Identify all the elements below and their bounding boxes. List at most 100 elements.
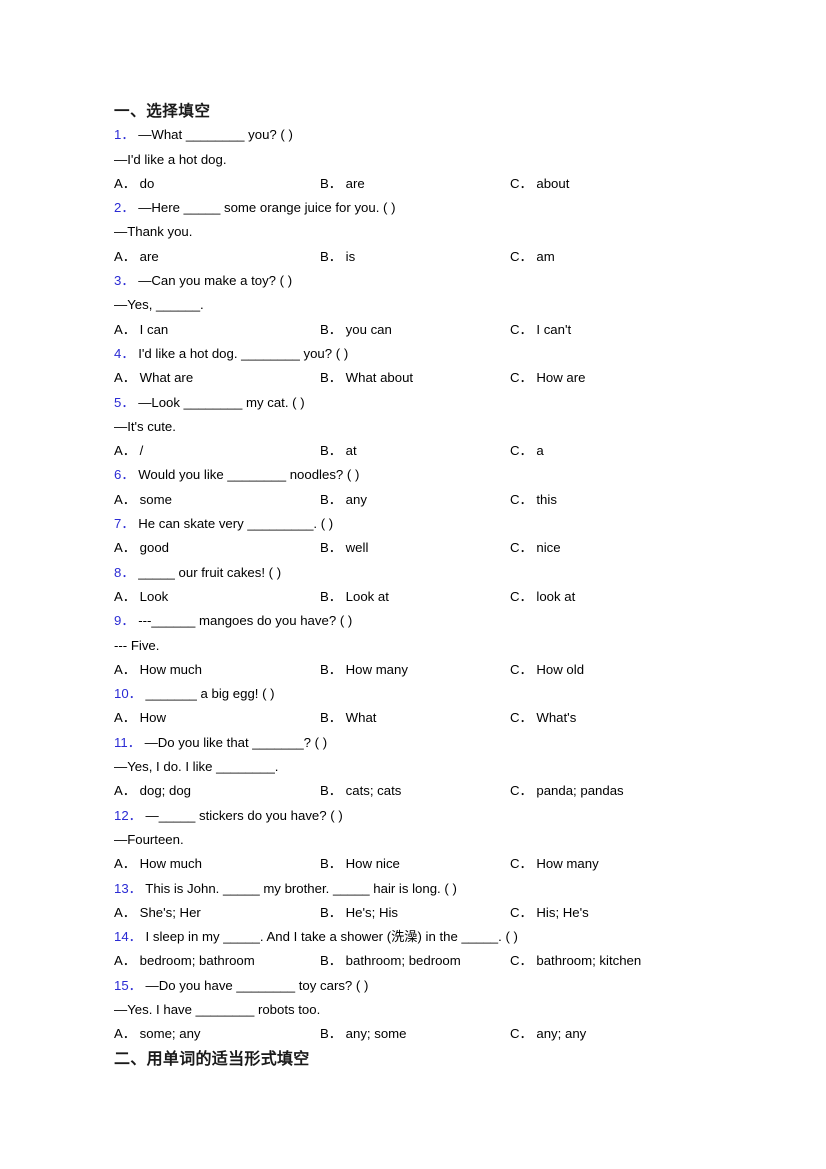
option-b[interactable]: B． any [320,488,367,512]
question-number: 13． [114,880,142,896]
option-row: A． Look B． Look at C． look at [114,585,734,609]
question-row: 7． He can skate very _________. ( ) [114,512,734,536]
option-a-label: A． [114,856,136,872]
option-b[interactable]: B． are [320,172,365,196]
option-a[interactable]: A． are [114,245,159,269]
question-followup-row: —Yes, ______. [114,293,734,317]
option-a[interactable]: A． What are [114,366,193,390]
option-a[interactable]: A． How much [114,852,202,876]
option-c-text: this [536,491,557,507]
option-b-label: B． [320,856,342,872]
option-b[interactable]: B． What [320,706,376,730]
option-row: A． / B． at C． a [114,439,734,463]
option-b[interactable]: B． Look at [320,585,389,609]
option-a[interactable]: A． How [114,706,166,730]
question-number: 7． [114,516,135,532]
question-followup: —Fourteen. [114,831,184,847]
option-a[interactable]: A． Look [114,585,168,609]
option-c-label: C． [510,370,533,386]
option-a-text: are [139,248,159,264]
option-c[interactable]: C． What's [510,706,576,730]
option-a-label: A． [114,175,136,191]
question-row: 10． _______ a big egg! ( ) [114,682,734,706]
option-c[interactable]: C． His; He's [510,901,589,925]
question-row: 2． —Here _____ some orange juice for you… [114,196,734,220]
question-stem: —Here _____ some orange juice for you. (… [138,200,396,216]
question-followup-row: —It's cute. [114,415,734,439]
option-a-label: A． [114,321,136,337]
option-a-label: A． [114,783,136,799]
option-b[interactable]: B． any; some [320,1022,407,1046]
option-c-label: C． [510,540,533,556]
option-b-text: any; some [345,1026,407,1042]
option-a[interactable]: A． How much [114,658,202,682]
option-a[interactable]: A． do [114,172,154,196]
option-c[interactable]: C． How many [510,852,599,876]
question-stem: —Look ________ my cat. ( ) [138,394,305,410]
question-stem: —_____ stickers do you have? ( ) [145,807,343,823]
option-a[interactable]: A． I can [114,318,168,342]
option-c[interactable]: C． I can't [510,318,571,342]
option-c-text: about [536,175,570,191]
option-c[interactable]: C． look at [510,585,575,609]
option-b-label: B． [320,321,342,337]
question-number: 8． [114,564,135,580]
option-b[interactable]: B． How many [320,658,408,682]
question-number: 15． [114,977,142,993]
option-a[interactable]: A． good [114,536,169,560]
option-a-label: A． [114,904,136,920]
option-row: A． How much B． How many C． How old [114,658,734,682]
option-a-label: A． [114,710,136,726]
option-b[interactable]: B． He's; His [320,901,398,925]
option-c[interactable]: C． panda; pandas [510,779,624,803]
option-b[interactable]: B． cats; cats [320,779,401,803]
question-stem: —Do you like that _______? ( ) [144,734,328,750]
option-b-label: B． [320,1026,342,1042]
option-a-text: some; any [139,1026,201,1042]
option-c[interactable]: C． am [510,245,555,269]
option-c[interactable]: C． any; any [510,1022,586,1046]
option-c[interactable]: C． How are [510,366,586,390]
question-stem: —What ________ you? ( ) [138,127,293,143]
option-a-text: Look [139,588,169,604]
option-c[interactable]: C． this [510,488,557,512]
option-a-text: I can [139,321,169,337]
option-b[interactable]: B． bathroom; bedroom [320,949,461,973]
question-row: 5． —Look ________ my cat. ( ) [114,391,734,415]
option-a-text: How much [139,856,202,872]
option-b[interactable]: B． well [320,536,368,560]
option-a-text: / [139,443,144,459]
option-a[interactable]: A． dog; dog [114,779,191,803]
question-number: 3． [114,273,135,289]
option-b[interactable]: B． What about [320,366,413,390]
option-c-text: any; any [536,1026,587,1042]
option-a[interactable]: A． / [114,439,143,463]
option-a[interactable]: A． bedroom; bathroom [114,949,255,973]
option-b-label: B． [320,540,342,556]
option-c[interactable]: C． bathroom; kitchen [510,949,641,973]
option-c-text: nice [536,540,561,556]
option-c-text: am [536,248,555,264]
option-c-label: C． [510,661,533,677]
option-c[interactable]: C． nice [510,536,561,560]
option-row: A． some; any B． any; some C． any; any [114,1022,734,1046]
option-c-label: C． [510,588,533,604]
option-a[interactable]: A． some; any [114,1022,201,1046]
option-b[interactable]: B． at [320,439,357,463]
option-a-label: A． [114,443,136,459]
option-b-label: B． [320,175,342,191]
option-row: A． do B． are C． about [114,172,734,196]
option-c[interactable]: C． How old [510,658,584,682]
option-b[interactable]: B． you can [320,318,392,342]
option-c[interactable]: C． about [510,172,569,196]
option-b[interactable]: B． How nice [320,852,400,876]
option-b[interactable]: B． is [320,245,355,269]
option-a[interactable]: A． She's; Her [114,901,201,925]
question-number: 9． [114,613,135,629]
option-c[interactable]: C． a [510,439,544,463]
question-followup: —Thank you. [114,224,193,240]
option-row: A． bedroom; bathroom B． bathroom; bedroo… [114,949,734,973]
option-a[interactable]: A． some [114,488,172,512]
option-a-text: How much [139,661,202,677]
option-c-text: I can't [536,321,572,337]
